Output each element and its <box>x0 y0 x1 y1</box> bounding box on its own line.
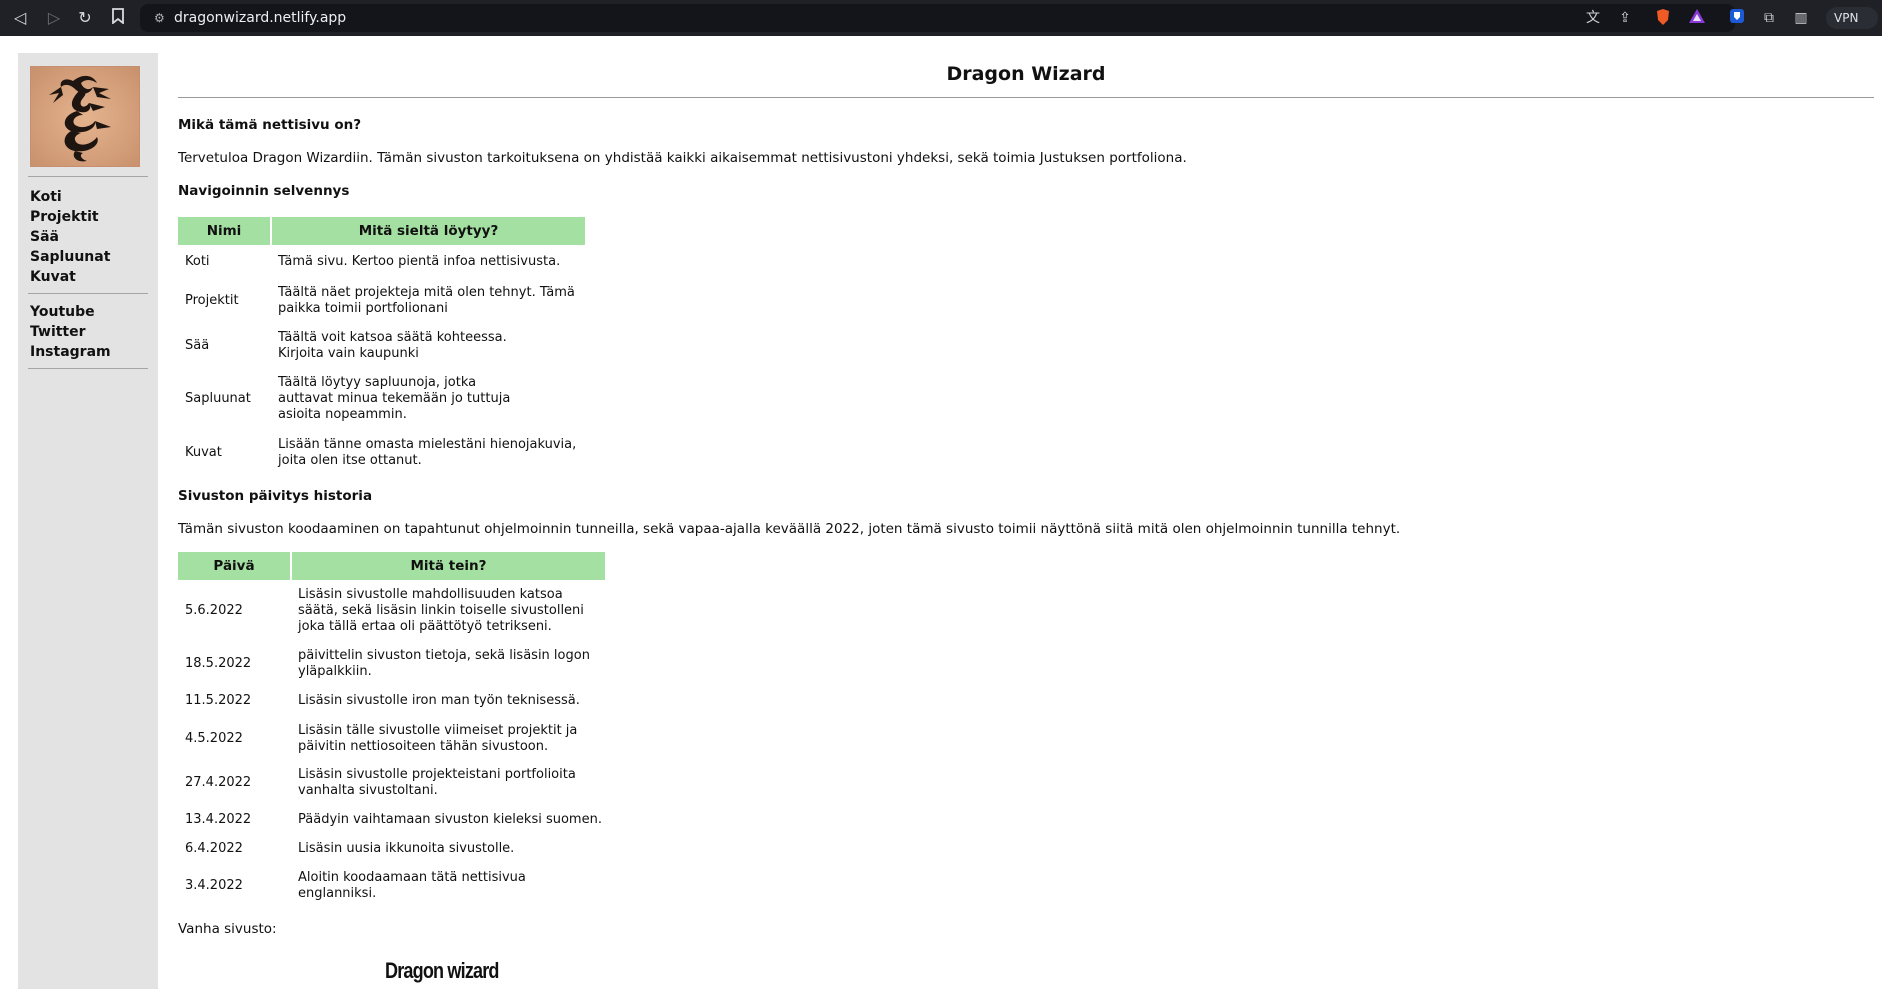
table-cell-description: Aloitin koodaamaan tätä nettisivua engla… <box>298 869 526 901</box>
sidebar-link-kuvat[interactable]: Kuvat <box>30 267 76 287</box>
history-heading: Sivuston päivitys historia <box>178 488 373 504</box>
table-cell-name: Projektit <box>185 293 239 308</box>
sidebar-link-instagram[interactable]: Instagram <box>30 342 111 362</box>
address-bar[interactable]: ⚙ dragonwizard.netlify.app <box>140 4 1735 32</box>
translate-icon[interactable]: 文 <box>1583 8 1603 28</box>
table-cell-date: 13.4.2022 <box>185 811 252 827</box>
table-row: 5.6.2022 Lisäsin sivustolle mahdollisuud… <box>178 580 605 642</box>
table-cell-description: Lisään tänne omasta mielestäni hienojaku… <box>278 436 577 468</box>
table-cell-description: Päädyin vaihtamaan sivuston kieleksi suo… <box>298 811 602 827</box>
update-history-table: Päivä Mitä tein? 5.6.2022 Lisäsin sivust… <box>178 552 605 908</box>
table-row: Sapluunat Täältä löytyy sapluunoja, jotk… <box>178 368 585 430</box>
table-row: Sää Täältä voit katsoa säätä kohteessa. … <box>178 324 585 368</box>
browser-toolbar: ◁ ▷ ↻ ⚙ dragonwizard.netlify.app 文 ⇪ ⧉ ▥… <box>0 0 1882 36</box>
table-row: 18.5.2022 päivittelin sivuston tietoja, … <box>178 642 605 686</box>
column-header-nimi: Nimi <box>178 217 272 245</box>
table-cell-name: Sää <box>185 338 210 353</box>
table-header-row: Päivä Mitä tein? <box>178 552 605 580</box>
table-row: Projektit Täältä näet projekteja mitä ol… <box>178 278 585 324</box>
table-cell-description: Täältä voit katsoa säätä kohteessa. Kirj… <box>278 330 507 361</box>
table-row: 3.4.2022 Aloitin koodaamaan tätä nettisi… <box>178 863 605 908</box>
site-info-icon[interactable]: ⚙ <box>154 10 170 26</box>
page-title: Dragon Wizard <box>946 63 1106 85</box>
table-cell-description: Täältä löytyy sapluunoja, jotka auttavat… <box>278 375 511 422</box>
table-cell-date: 5.6.2022 <box>185 603 243 618</box>
extensions-icon[interactable]: ⧉ <box>1759 8 1779 28</box>
table-cell-date: 18.5.2022 <box>185 656 252 671</box>
intro-heading: Mikä tämä nettisivu on? <box>178 117 362 133</box>
table-cell-date: 11.5.2022 <box>185 693 252 708</box>
column-header-mita-tein: Mitä tein? <box>291 552 605 580</box>
back-icon[interactable]: ◁ <box>10 8 30 28</box>
nav-heading: Navigoinnin selvennys <box>178 183 350 199</box>
title-divider <box>178 97 1874 98</box>
vpn-label: VPN <box>1834 11 1859 25</box>
table-row: 6.4.2022 Lisäsin uusia ikkunoita sivusto… <box>178 834 605 863</box>
old-site-label: Vanha sivusto: <box>178 921 277 937</box>
sidebar-link-projektit[interactable]: Projektit <box>30 207 99 227</box>
share-icon[interactable]: ⇪ <box>1615 8 1635 28</box>
table-row: Koti Tämä sivu. Kertoo pientä infoa nett… <box>178 245 585 278</box>
table-row: 27.4.2022 Lisäsin sivustolle projekteist… <box>178 761 605 805</box>
forward-icon[interactable]: ▷ <box>44 8 64 28</box>
sidebar-link-saa[interactable]: Sää <box>30 227 59 247</box>
table-cell-description: Täältä näet projekteja mitä olen tehnyt.… <box>278 285 575 316</box>
sidebar-divider <box>28 176 148 177</box>
table-cell-description: Lisäsin sivustolle mahdollisuuden katsoa… <box>298 587 584 634</box>
table-row: Kuvat Lisään tänne omasta mielestäni hie… <box>178 430 585 475</box>
table-cell-date: 6.4.2022 <box>185 840 243 856</box>
table-cell-name: Sapluunat <box>185 391 251 406</box>
table-header-row: Nimi Mitä sieltä löytyy? <box>178 217 585 245</box>
table-cell-name: Koti <box>185 253 210 269</box>
old-site-link[interactable]: Dragon wizard <box>385 958 499 984</box>
dragon-logo[interactable] <box>30 66 140 167</box>
sidebar-link-sapluunat[interactable]: Sapluunat <box>30 247 110 267</box>
table-cell-date: 3.4.2022 <box>185 877 243 893</box>
extension-bitwarden-icon[interactable] <box>1727 8 1747 28</box>
reload-icon[interactable]: ↻ <box>75 8 95 28</box>
bookmark-icon[interactable] <box>108 8 128 28</box>
intro-text: Tervetuloa Dragon Wizardiin. Tämän sivus… <box>178 150 1187 166</box>
sidebar-link-twitter[interactable]: Twitter <box>30 322 86 342</box>
table-row: 4.5.2022 Lisäsin tälle sivustolle viimei… <box>178 716 605 761</box>
column-header-paiva: Päivä <box>178 552 292 580</box>
table-cell-description: Lisäsin sivustolle iron man työn teknise… <box>298 693 580 708</box>
rewards-icon[interactable] <box>1687 8 1707 28</box>
table-cell-date: 27.4.2022 <box>185 775 252 790</box>
sidebar-divider <box>28 293 148 294</box>
navigation-table: Nimi Mitä sieltä löytyy? Koti Tämä sivu.… <box>178 217 585 475</box>
sidebar: Koti Projektit Sää Sapluunat Kuvat Youtu… <box>18 53 158 989</box>
table-cell-description: Lisäsin uusia ikkunoita sivustolle. <box>298 840 515 856</box>
brave-shield-icon[interactable] <box>1653 8 1673 28</box>
table-cell-description: Lisäsin sivustolle projekteistani portfo… <box>298 767 576 798</box>
sidebar-link-koti[interactable]: Koti <box>30 187 62 207</box>
sidebar-divider <box>28 368 148 369</box>
table-row: 13.4.2022 Päädyin vaihtamaan sivuston ki… <box>178 805 605 834</box>
table-cell-description: Lisäsin tälle sivustolle viimeiset proje… <box>298 722 578 754</box>
vpn-button[interactable]: VPN <box>1826 7 1878 29</box>
sidebar-link-youtube[interactable]: Youtube <box>30 302 95 322</box>
table-cell-date: 4.5.2022 <box>185 730 243 746</box>
url-text: dragonwizard.netlify.app <box>174 10 347 26</box>
column-header-mita-sielta-loytyy: Mitä sieltä löytyy? <box>271 217 585 245</box>
history-text: Tämän sivuston koodaaminen on tapahtunut… <box>178 521 1401 537</box>
table-row: 11.5.2022 Lisäsin sivustolle iron man ty… <box>178 686 605 716</box>
table-cell-description: Tämä sivu. Kertoo pientä infoa nettisivu… <box>278 253 561 269</box>
table-cell-description: päivittelin sivuston tietoja, sekä lisäs… <box>298 648 590 679</box>
sidebar-toggle-icon[interactable]: ▥ <box>1791 8 1811 28</box>
table-cell-name: Kuvat <box>185 444 222 460</box>
